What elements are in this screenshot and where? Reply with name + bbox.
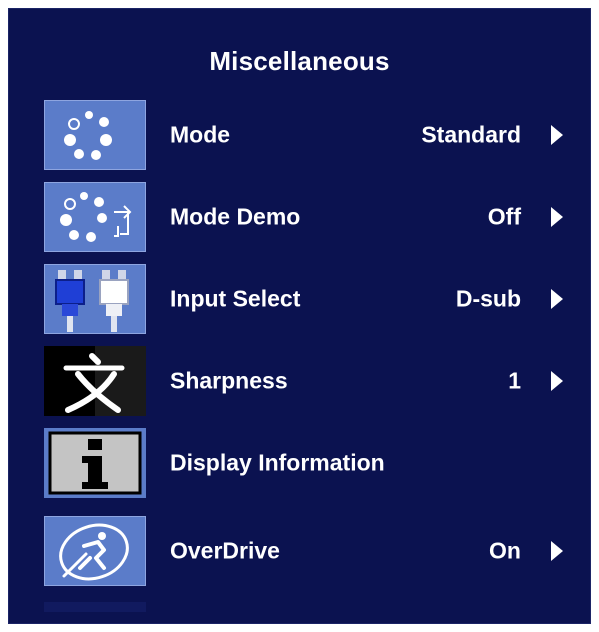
menu-item-input-select[interactable]: Input Select D-sub (8, 263, 591, 335)
menu-item-label: OverDrive (170, 537, 280, 564)
chevron-right-icon[interactable] (551, 541, 563, 561)
chevron-right-icon[interactable] (551, 289, 563, 309)
mode-demo-icon (43, 181, 147, 253)
menu-item-label: Mode Demo (170, 203, 301, 230)
chevron-right-icon[interactable] (551, 371, 563, 391)
menu-title: Miscellaneous (209, 46, 390, 76)
menu-item-mode[interactable]: Mode Standard (8, 99, 591, 171)
mode-dots-icon (43, 99, 147, 171)
menu-item-mode-demo[interactable]: Mode Demo Off (8, 181, 591, 253)
overdrive-runner-icon (43, 515, 147, 587)
menu-item-value: Off (487, 203, 521, 230)
menu-item-value: D-sub (455, 285, 521, 312)
menu-item-sharpness[interactable]: Sharpness 1 (8, 346, 591, 416)
menu-item-value: 1 (508, 367, 521, 394)
input-connectors-icon (43, 263, 147, 335)
menu-item-label: Display Information (170, 449, 385, 476)
menu-footer-divider (44, 602, 146, 612)
chevron-right-icon[interactable] (551, 207, 563, 227)
menu-item-value: On (489, 537, 521, 564)
menu-item-label: Mode (170, 121, 231, 148)
menu-item-label: Input Select (170, 285, 301, 312)
menu-item-label: Sharpness (170, 367, 288, 394)
chevron-right-icon[interactable] (551, 125, 563, 145)
menu-item-display-information[interactable]: Display Information (8, 428, 591, 498)
menu-item-overdrive[interactable]: OverDrive On (8, 515, 591, 587)
menu-item-value: Standard (421, 121, 521, 148)
information-icon (44, 428, 146, 498)
sharpness-character-icon (44, 346, 146, 416)
osd-menu-panel: Miscellaneous Mode Standard Mode Demo Of… (8, 8, 591, 624)
